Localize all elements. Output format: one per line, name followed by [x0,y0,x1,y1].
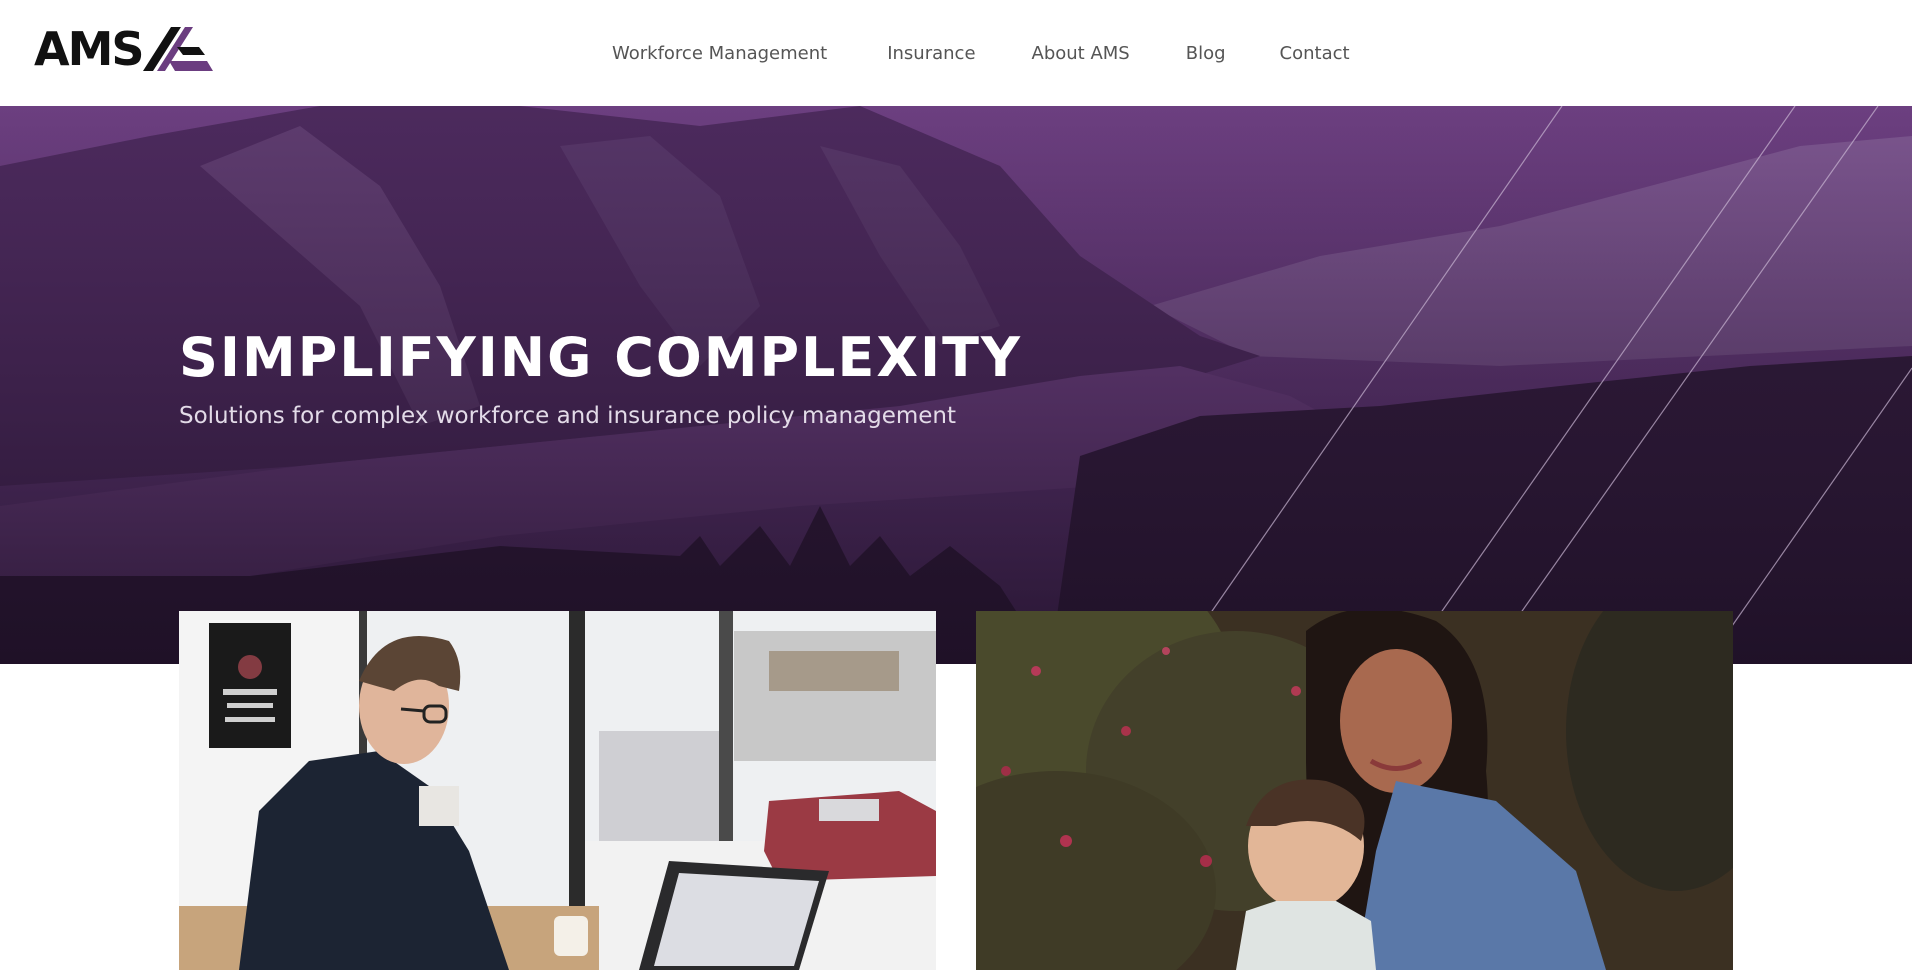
man-working-on-laptop-photo [179,611,936,970]
hero-subtitle: Solutions for complex workforce and insu… [179,403,957,429]
nav-insurance[interactable]: Insurance [887,43,975,64]
mother-and-child-photo [976,611,1733,970]
site-header: AMS Workforce Management Insurance About… [0,0,1912,106]
main-nav: Workforce Management Insurance About AMS… [612,0,1350,106]
logo-mark-icon [142,27,213,71]
nav-workforce-management[interactable]: Workforce Management [612,43,827,64]
nav-blog[interactable]: Blog [1186,43,1226,64]
hero-banner: SIMPLIFYING COMPLEXITY Solutions for com… [0,106,1912,664]
nav-about-ams[interactable]: About AMS [1032,43,1130,64]
logo-wordmark: AMS [34,22,145,76]
ams-logo[interactable]: AMS [34,24,217,74]
workforce-card[interactable] [179,611,936,970]
hero-title: SIMPLIFYING COMPLEXITY [179,326,1023,389]
nav-contact[interactable]: Contact [1280,43,1350,64]
insurance-card[interactable] [976,611,1733,970]
